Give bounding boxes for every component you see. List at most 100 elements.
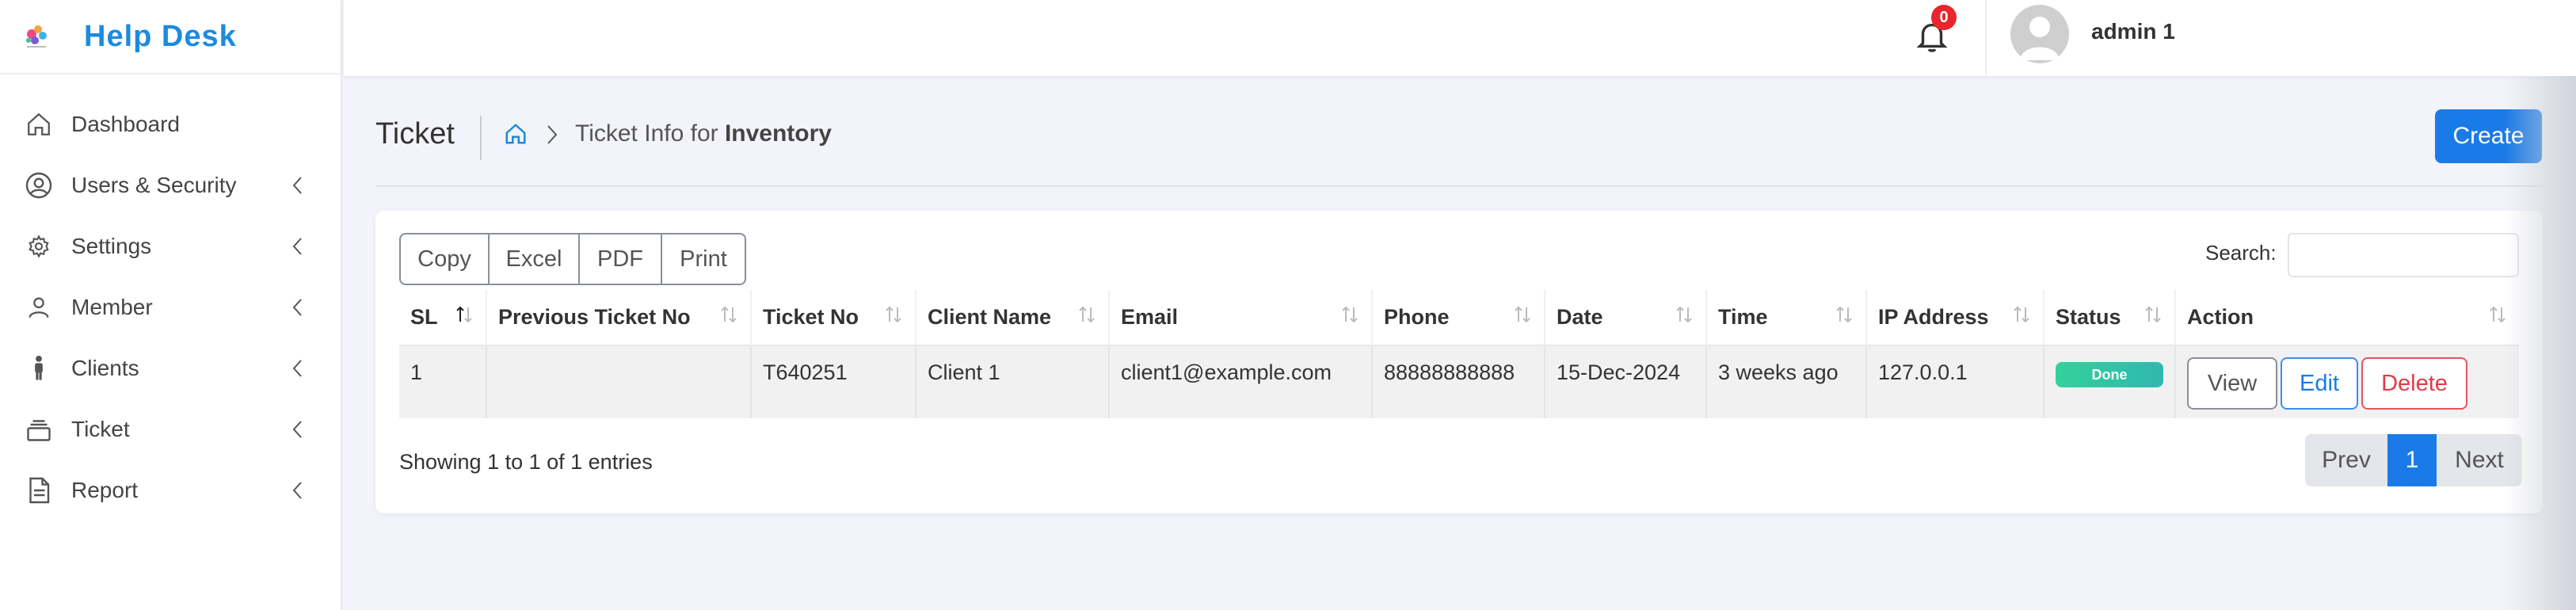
sort-icon xyxy=(1836,306,1852,323)
column-header-sl[interactable]: SL xyxy=(399,290,486,345)
sidebar-item-label: Report xyxy=(71,477,139,502)
column-header-time[interactable]: Time xyxy=(1705,290,1866,345)
cell-date: 15-Dec-2024 xyxy=(1544,345,1706,418)
prev-page-button[interactable]: Prev xyxy=(2305,434,2387,486)
column-header-ticket-no[interactable]: Ticket No xyxy=(750,290,916,345)
search-input[interactable] xyxy=(2288,233,2519,277)
chevron-left-icon xyxy=(292,176,302,194)
edit-button[interactable]: Edit xyxy=(2281,357,2358,410)
sort-asc-icon xyxy=(456,306,472,323)
breadcrumb-home-icon[interactable] xyxy=(504,122,528,146)
view-button[interactable]: View xyxy=(2187,357,2277,410)
pdf-button[interactable]: PDF xyxy=(578,233,662,285)
column-header-status[interactable]: Status xyxy=(2043,290,2175,345)
header-rule xyxy=(375,185,2543,187)
cell-email: client1@example.com xyxy=(1108,345,1372,418)
column-label: Ticket No xyxy=(763,305,859,329)
table-info: Showing 1 to 1 of 1 entries xyxy=(399,450,653,474)
sidebar-item-settings[interactable]: Settings xyxy=(0,215,341,276)
column-header-date[interactable]: Date xyxy=(1544,290,1706,345)
column-label: Status xyxy=(2056,305,2121,329)
column-header-phone[interactable]: Phone xyxy=(1371,290,1545,345)
search-label: Search: xyxy=(2205,241,2277,265)
sort-icon xyxy=(2145,306,2161,323)
breadcrumb: Ticket Info for Inventory xyxy=(575,120,832,147)
edge-shadow xyxy=(2505,76,2576,610)
column-header-email[interactable]: Email xyxy=(1108,290,1372,345)
cell-phone: 88888888888 xyxy=(1371,345,1545,418)
print-button[interactable]: Print xyxy=(661,233,746,285)
column-header-ip-address[interactable]: IP Address xyxy=(1865,290,2044,345)
delete-button[interactable]: Delete xyxy=(2361,357,2467,410)
sidebar-item-report[interactable]: Report xyxy=(0,459,341,520)
sidebar-item-label: Users & Security xyxy=(71,172,237,197)
app-logo-icon xyxy=(26,25,47,48)
sort-icon xyxy=(886,306,901,323)
chevron-left-icon xyxy=(292,237,302,255)
ticket-table-card: Copy Excel PDF Print Search: SL Previous… xyxy=(375,211,2543,513)
standing-person-icon xyxy=(24,353,54,383)
avatar[interactable] xyxy=(2010,5,2069,63)
column-label: Client Name xyxy=(928,305,1052,329)
ticket-table: SL Previous Ticket No Ticket No Client N… xyxy=(399,290,2519,418)
excel-button[interactable]: Excel xyxy=(488,233,580,285)
cell-time: 3 weeks ago xyxy=(1705,345,1866,418)
status-badge: Done xyxy=(2056,362,2163,387)
column-label: Email xyxy=(1121,305,1179,329)
column-label: IP Address xyxy=(1878,305,1989,329)
column-label: Time xyxy=(1718,305,1768,329)
sidebar-nav: Dashboard Users & Security Settings Memb… xyxy=(0,74,341,520)
sidebar-item-label: Dashboard xyxy=(71,111,180,136)
sidebar-item-ticket[interactable]: Ticket xyxy=(0,398,341,459)
column-label: Phone xyxy=(1384,305,1450,329)
chevron-left-icon xyxy=(292,359,302,377)
chevron-right-icon xyxy=(547,125,558,144)
cell-client-name: Client 1 xyxy=(915,345,1109,418)
column-header-client-name[interactable]: Client Name xyxy=(915,290,1109,345)
sidebar-item-label: Ticket xyxy=(71,416,130,441)
chevron-left-icon xyxy=(292,298,302,316)
column-label: Date xyxy=(1557,305,1603,329)
user-name[interactable]: admin 1 xyxy=(2091,19,2175,44)
sidebar-item-member[interactable]: Member xyxy=(0,276,341,337)
cell-status: Done xyxy=(2043,345,2175,418)
sidebar-item-label: Settings xyxy=(71,233,152,258)
column-header-action[interactable]: Action xyxy=(2174,290,2519,345)
column-label: Action xyxy=(2187,305,2254,329)
app-title: Help Desk xyxy=(84,19,237,53)
page-1-button[interactable]: 1 xyxy=(2387,434,2437,486)
sidebar: Help Desk Dashboard Users & Security Set… xyxy=(0,0,342,610)
table-row: 1 T640251 Client 1 client1@example.com 8… xyxy=(399,345,2519,418)
sidebar-item-users-security[interactable]: Users & Security xyxy=(0,154,341,215)
cell-previous-ticket-no xyxy=(486,345,751,418)
header-divider xyxy=(480,116,482,160)
sort-icon xyxy=(1079,306,1095,323)
cell-ticket-no: T640251 xyxy=(750,345,916,418)
user-silhouette-icon xyxy=(2020,17,2060,60)
home-icon xyxy=(24,109,54,139)
column-label: SL xyxy=(410,305,438,329)
column-header-previous-ticket-no[interactable]: Previous Ticket No xyxy=(486,290,751,345)
brand[interactable]: Help Desk xyxy=(0,0,341,74)
person-icon xyxy=(24,292,54,322)
sort-icon xyxy=(2014,306,2029,323)
stack-icon xyxy=(24,414,54,444)
cell-ip-address: 127.0.0.1 xyxy=(1865,345,2044,418)
page-title: Ticket xyxy=(375,117,455,151)
breadcrumb-current: Inventory xyxy=(724,120,832,147)
table-header-row: SL Previous Ticket No Ticket No Client N… xyxy=(399,290,2519,345)
cell-sl: 1 xyxy=(399,345,486,418)
topbar-divider xyxy=(1985,0,1987,76)
breadcrumb-prefix: Ticket Info for xyxy=(575,120,725,147)
cell-action: View Edit Delete xyxy=(2174,345,2519,418)
sidebar-item-label: Member xyxy=(71,294,153,319)
sort-icon xyxy=(1515,306,1530,323)
sidebar-item-label: Clients xyxy=(71,355,139,380)
export-button-group: Copy Excel PDF Print xyxy=(399,233,746,285)
sidebar-item-dashboard[interactable]: Dashboard xyxy=(0,93,341,154)
notification-badge: 0 xyxy=(1931,5,1957,30)
copy-button[interactable]: Copy xyxy=(399,233,490,285)
sidebar-item-clients[interactable]: Clients xyxy=(0,337,341,398)
column-label: Previous Ticket No xyxy=(498,305,691,329)
pagination: Prev 1 Next xyxy=(2305,434,2522,486)
